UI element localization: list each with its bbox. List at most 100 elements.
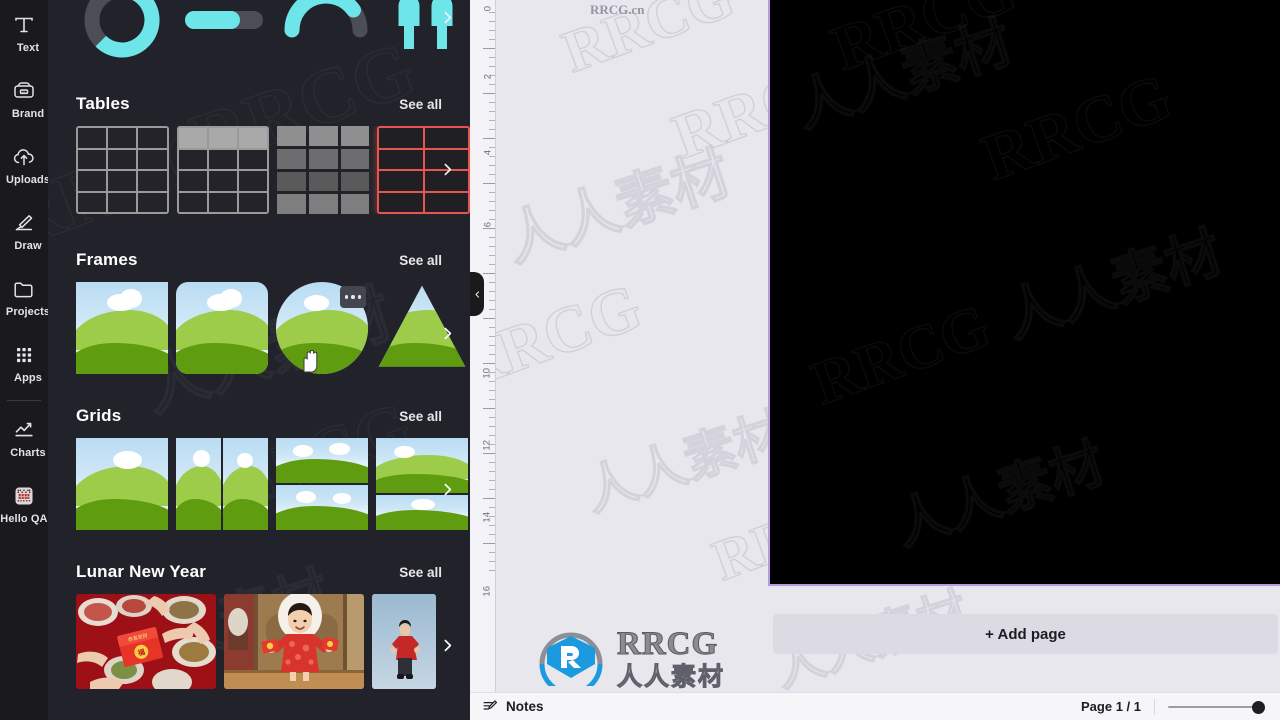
watermark: RRCG xyxy=(803,291,999,419)
photo-artwork xyxy=(372,594,436,689)
canva-editor-window: Text co. Brand Uploads Draw Projects App… xyxy=(0,0,1280,720)
grid-cell xyxy=(276,485,368,530)
projects-icon xyxy=(14,281,33,297)
sidebar-item-apps[interactable]: Apps xyxy=(0,330,48,396)
frame-more-options-button[interactable] xyxy=(340,286,366,308)
table-item-plain[interactable] xyxy=(76,126,169,214)
grid-cell xyxy=(176,438,221,530)
bottom-bar-divider xyxy=(1154,698,1155,715)
progress-bar-chart-icon xyxy=(185,11,263,29)
sidebar-item-brand[interactable]: co. Brand xyxy=(0,66,48,132)
canvas-page[interactable]: RRCG 人人素材 RRCG 人人素材 RRCG 人人素材 xyxy=(768,0,1280,586)
ruler-tick-label: 10 xyxy=(482,368,493,379)
lny-item-child-red-dress[interactable] xyxy=(224,594,364,689)
photo-artwork: 福 恭喜发财 xyxy=(76,594,216,689)
sidebar-item-label: Hello QArt xyxy=(0,512,48,525)
notes-label: Notes xyxy=(506,699,544,714)
chevron-right-icon xyxy=(444,11,451,23)
lny-see-all-link[interactable]: See all xyxy=(399,565,442,580)
grid-item-two-row[interactable] xyxy=(276,438,368,530)
frame-art xyxy=(378,342,466,367)
tables-see-all-link[interactable]: See all xyxy=(399,97,442,112)
chart-item-gauge[interactable] xyxy=(280,0,372,67)
vertical-ruler[interactable]: 0 2 4 6 10 12 14 16 xyxy=(470,0,496,692)
frame-item-square[interactable] xyxy=(76,282,168,374)
gauge-chart-icon xyxy=(284,0,368,38)
grids-section-header: Grids See all xyxy=(48,406,470,426)
cloud-shape xyxy=(333,493,352,504)
frames-section-header: Frames See all xyxy=(48,250,470,270)
sidebar-item-projects[interactable]: Projects xyxy=(0,264,48,330)
sidebar-item-charts[interactable]: Charts xyxy=(0,405,48,471)
frames-see-all-link[interactable]: See all xyxy=(399,253,442,268)
chart-item-progress-bar[interactable] xyxy=(178,0,270,67)
sidebar-item-hello-qart[interactable]: Hello QArt xyxy=(0,471,48,537)
chevron-right-icon xyxy=(444,327,451,339)
charts-strip xyxy=(48,0,470,68)
canvas-area[interactable]: RRCG RRCG 人人素材 RRCG 人人素材 RRCG 人人素材 RRCG … xyxy=(470,0,1280,692)
left-sidebar-rail: Text co. Brand Uploads Draw Projects App… xyxy=(0,0,48,720)
brand-icon: co. xyxy=(14,81,34,98)
collapse-panel-handle[interactable] xyxy=(470,272,484,316)
section-lunar-new-year: Lunar New Year See all 福 恭喜发财 xyxy=(48,562,470,689)
frame-art xyxy=(76,342,168,374)
frames-next-arrow[interactable] xyxy=(434,320,460,346)
grids-next-arrow[interactable] xyxy=(434,476,460,502)
lny-strip: 福 恭喜发财 xyxy=(48,594,470,689)
sidebar-divider xyxy=(7,400,41,401)
grid-art xyxy=(376,510,468,530)
grid-item-two-column[interactable] xyxy=(176,438,268,530)
section-title: Frames xyxy=(76,250,138,269)
section-grids: Grids See all xyxy=(48,406,470,530)
cloud-shape xyxy=(193,449,211,467)
photo-artwork xyxy=(224,594,364,689)
sidebar-item-uploads[interactable]: Uploads xyxy=(0,132,48,198)
grids-see-all-link[interactable]: See all xyxy=(399,409,442,424)
lny-item-person-red-coat[interactable] xyxy=(372,594,436,689)
rrcg-site-watermark: RRCG.cn xyxy=(590,2,645,17)
add-page-button[interactable]: + Add page xyxy=(773,614,1278,654)
section-title: Grids xyxy=(76,406,122,425)
sidebar-item-label: Draw xyxy=(14,239,42,252)
watermark: RRCG xyxy=(553,0,743,86)
notes-button[interactable]: Notes xyxy=(482,698,544,715)
chevron-right-icon xyxy=(444,483,451,495)
uploads-icon xyxy=(13,148,34,165)
zoom-slider-knob[interactable] xyxy=(1252,700,1265,714)
charts-next-arrow[interactable] xyxy=(434,4,460,30)
sidebar-item-text[interactable]: Text xyxy=(0,0,48,66)
grid-art xyxy=(223,498,268,530)
frame-item-rounded-square[interactable] xyxy=(176,282,268,374)
grid-cell xyxy=(223,438,268,530)
cloud-shape xyxy=(394,445,415,458)
tables-next-arrow[interactable] xyxy=(434,156,460,182)
dot xyxy=(351,295,355,299)
cloud-shape xyxy=(120,289,143,308)
sidebar-item-label: Projects xyxy=(5,305,48,318)
sidebar-item-label: Uploads xyxy=(5,173,48,186)
grid-art xyxy=(76,498,168,530)
section-title: Lunar New Year xyxy=(76,562,207,581)
frame-item-circle[interactable] xyxy=(276,282,368,374)
zoom-slider[interactable] xyxy=(1168,700,1265,714)
lny-next-arrow[interactable] xyxy=(434,632,460,658)
tables-strip xyxy=(48,126,470,214)
watermark: 人人素材 xyxy=(496,138,739,276)
grid-item-single[interactable] xyxy=(76,438,168,530)
lny-item-red-envelope-table[interactable]: 福 恭喜发财 xyxy=(76,594,216,689)
zoom-slider-track xyxy=(1168,705,1264,708)
watermark: RRCG xyxy=(470,269,651,406)
page-count-label: Page 1 / 1 xyxy=(1081,699,1141,714)
table-item-filled[interactable] xyxy=(277,126,370,214)
ruler-tick-label: 4 xyxy=(482,150,493,156)
elements-scroll-container[interactable]: Tables See all Frames See all Grids See … xyxy=(48,0,470,720)
section-tables: Tables See all xyxy=(48,94,470,214)
tables-section-header: Tables See all xyxy=(48,94,470,114)
sidebar-item-draw[interactable]: Draw xyxy=(0,198,48,264)
watermark: RRCG xyxy=(823,0,1026,85)
watermark: 人人素材 xyxy=(786,9,1021,141)
svg-text:co.: co. xyxy=(22,89,26,93)
watermark: 人人素材 xyxy=(996,219,1231,351)
table-item-header[interactable] xyxy=(176,126,270,214)
chart-item-progress-ring[interactable] xyxy=(76,0,168,67)
